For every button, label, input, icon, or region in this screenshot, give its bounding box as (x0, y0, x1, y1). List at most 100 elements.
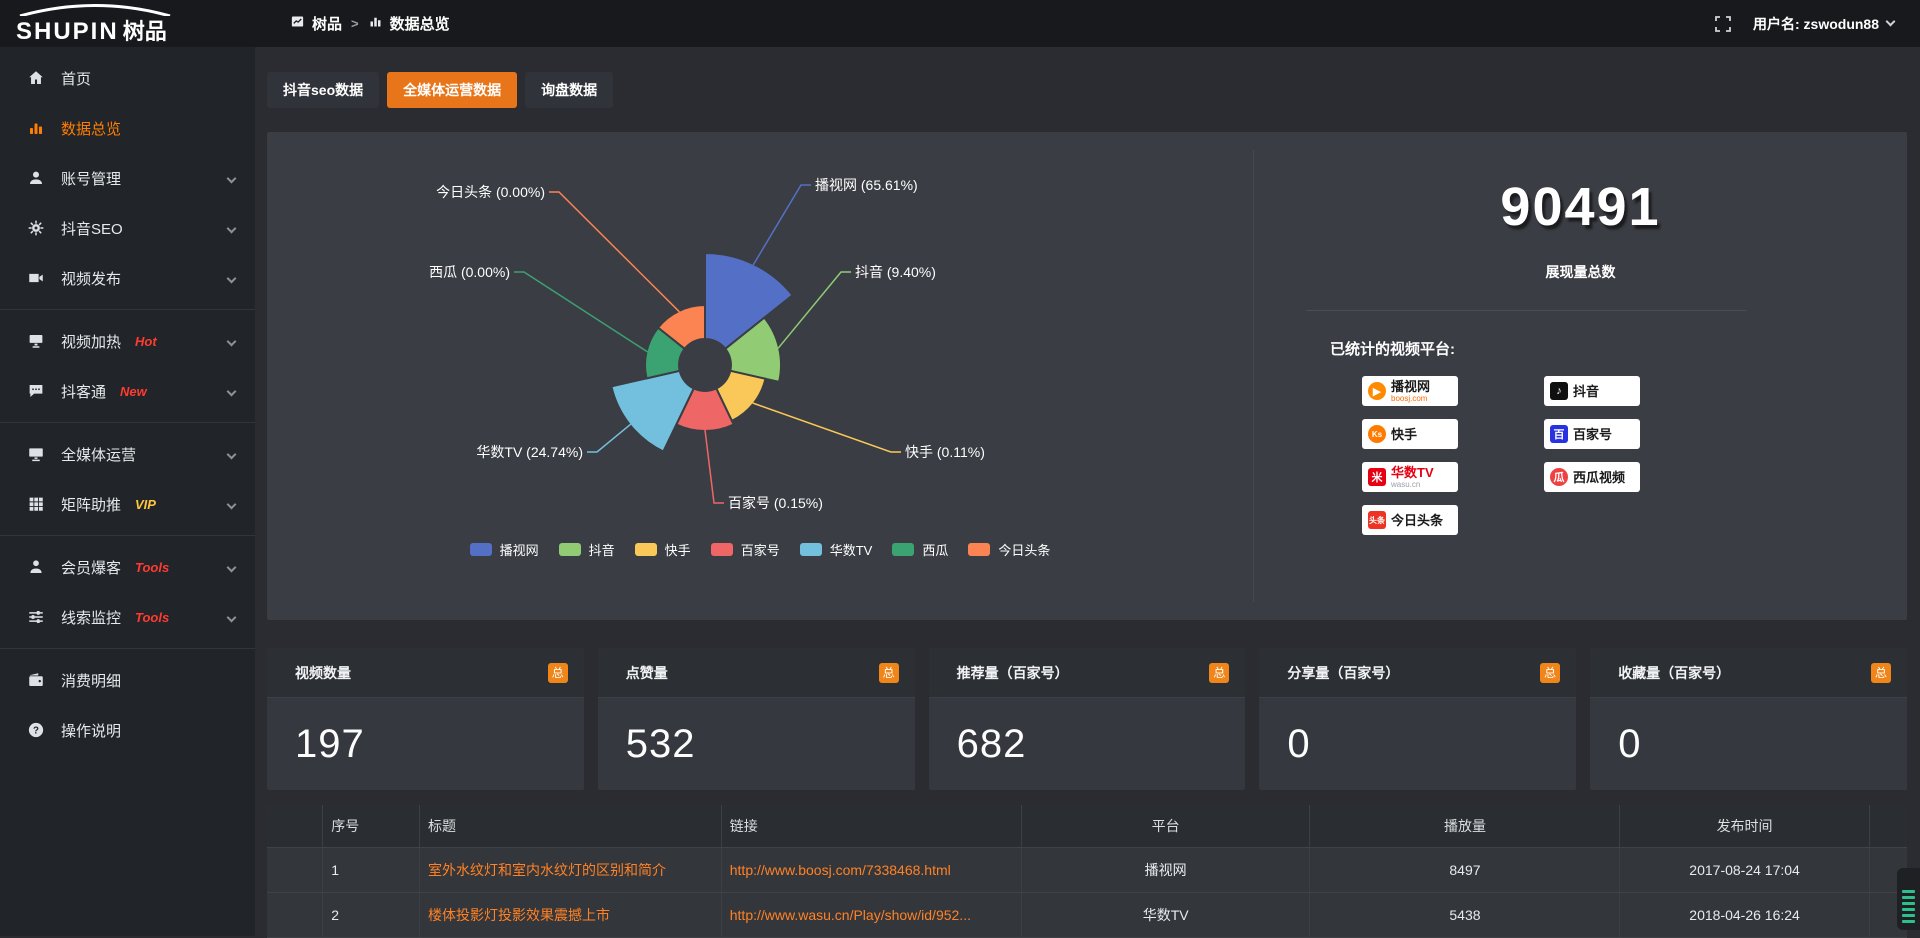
platform-logo-icon: 头条 (1368, 511, 1386, 529)
pie-label: 百家号 (0.15%) (728, 495, 823, 511)
sidebar-item-视频加热[interactable]: 视频加热 Hot (0, 316, 255, 366)
platform-logo-icon: Ks (1368, 425, 1386, 443)
sidebar-item-全媒体运营[interactable]: 全媒体运营 (0, 429, 255, 479)
sidebar-item-badge: New (120, 384, 147, 399)
sidebar-item-badge: Tools (135, 560, 169, 575)
sidebar: 首页数据总览账号管理抖音SEO 视频发布视频加热 Hot 抖客通New 全媒体运营矩阵助… (0, 47, 255, 936)
legend-label: 百家号 (741, 540, 780, 559)
logo-cn: 树品 (123, 19, 167, 44)
floating-widget[interactable] (1897, 868, 1920, 930)
pie-label-line (514, 272, 648, 352)
sidebar-item-label: 线索监控 (61, 607, 121, 628)
row-checkbox-cell (267, 847, 323, 892)
total-badge[interactable]: 总 (548, 663, 568, 683)
row-url-link[interactable]: http://www.boosj.com/7338468.html (730, 862, 951, 878)
sidebar-item-消费明细[interactable]: 消费明细 (0, 655, 255, 705)
sidebar-item-label: 视频加热 (61, 331, 121, 352)
pie-label: 今日头条 (0.00%) (436, 184, 545, 200)
pie-label-line (753, 403, 901, 452)
sidebar-group: 视频加热 Hot 抖客通New (0, 309, 255, 422)
pie-label-line (549, 192, 679, 312)
row-platform: 播视网 (1021, 847, 1310, 892)
chevron-down-icon (227, 499, 237, 509)
tab-全媒体运营数据[interactable]: 全媒体运营数据 (387, 72, 517, 108)
total-badge[interactable]: 总 (1209, 663, 1229, 683)
fullscreen-icon[interactable] (1715, 16, 1731, 32)
legend-item-百家号[interactable]: 百家号 (711, 540, 780, 559)
col-header-播放量: 播放量 (1310, 805, 1620, 847)
sidebar-item-label: 操作说明 (61, 720, 121, 741)
total-badge[interactable]: 总 (879, 663, 899, 683)
video-icon (26, 268, 46, 288)
col-header-平台: 平台 (1021, 805, 1310, 847)
sidebar-item-矩阵助推[interactable]: 矩阵助推VIP (0, 479, 255, 529)
sidebar-item-线索监控[interactable]: 线索监控 Tools (0, 592, 255, 642)
legend-item-快手[interactable]: 快手 (635, 540, 691, 559)
total-impressions-value: 90491 (1254, 176, 1907, 238)
legend-item-今日头条[interactable]: 今日头条 (968, 540, 1050, 559)
platform-sub: wasu.cn (1391, 481, 1434, 489)
sidebar-item-抖音SEO[interactable]: 抖音SEO (0, 203, 255, 253)
stat-card-value: 197 (267, 698, 584, 767)
legend-item-西瓜[interactable]: 西瓜 (892, 540, 948, 559)
sidebar-item-视频发布[interactable]: 视频发布 (0, 253, 255, 303)
total-badge[interactable]: 总 (1540, 663, 1560, 683)
summary-divider (1306, 310, 1746, 311)
sidebar-item-label: 账号管理 (61, 168, 121, 189)
legend-swatch (711, 543, 733, 556)
pie-label-line (587, 424, 631, 452)
tab-询盘数据[interactable]: 询盘数据 (525, 72, 613, 108)
pie-label: 西瓜 (0.00%) (429, 264, 510, 280)
row-title-link[interactable]: 楼体投影灯投影效果震撼上市 (428, 907, 610, 923)
legend-swatch (559, 543, 581, 556)
sidebar-item-数据总览[interactable]: 数据总览 (0, 103, 255, 153)
legend-item-华数TV[interactable]: 华数TV (800, 540, 873, 559)
platform-logo-icon: 米 (1368, 468, 1386, 486)
row-title-link[interactable]: 室外水纹灯和室内水纹灯的区别和简介 (428, 862, 666, 878)
legend-item-播视网[interactable]: 播视网 (470, 540, 539, 559)
topbar: SHUPIN树品 树品>数据总览 用户名: zswodun88 (0, 0, 1920, 47)
platform-logo-icon: 瓜 (1550, 468, 1568, 486)
pie-label-line (753, 185, 811, 265)
col-header-blank (1869, 805, 1907, 847)
rose-chart[interactable]: 播视网 (65.61%)抖音 (9.40%)快手 (0.11%)百家号 (0.1… (267, 160, 1253, 560)
breadcrumb-item[interactable]: 树品 (290, 13, 342, 34)
platform-badge-抖音: ♪抖音 (1544, 376, 1640, 406)
main-content: 抖音seo数据全媒体运营数据询盘数据 播视网 (65.61%)抖音 (9.40%… (255, 47, 1920, 936)
breadcrumb-label: 数据总览 (390, 13, 450, 34)
stat-card-title: 分享量（百家号） (1287, 663, 1399, 683)
sidebar-item-账号管理[interactable]: 账号管理 (0, 153, 255, 203)
sidebar-item-badge: Tools (135, 610, 169, 625)
sidebar-item-label: 抖音SEO (61, 218, 123, 239)
legend-swatch (800, 543, 822, 556)
stat-card-title: 推荐量（百家号） (957, 663, 1069, 683)
sidebar-item-会员爆客[interactable]: 会员爆客Tools (0, 542, 255, 592)
sidebar-item-badge: Hot (135, 334, 157, 349)
sidebar-item-badge: VIP (135, 497, 156, 512)
sidebar-item-首页[interactable]: 首页 (0, 53, 255, 103)
user-menu[interactable]: 用户名: zswodun88 (1753, 14, 1894, 34)
platform-name: 快手 (1391, 428, 1417, 441)
legend-item-抖音[interactable]: 抖音 (559, 540, 615, 559)
sidebar-item-抖客通[interactable]: 抖客通New (0, 366, 255, 416)
sidebar-item-label: 首页 (61, 68, 91, 89)
pie-slice-华数TV[interactable] (611, 371, 693, 452)
breadcrumb-item[interactable]: 数据总览 (368, 13, 450, 34)
row-no: 1 (323, 847, 420, 892)
row-no: 2 (323, 892, 420, 937)
username-label: 用户名: zswodun88 (1753, 14, 1879, 34)
sliders-icon (26, 607, 46, 627)
video-table-wrap: 序号标题链接平台播放量发布时间 1室外水纹灯和室内水纹灯的区别和简介http:/… (267, 805, 1907, 938)
row-url-link[interactable]: http://www.wasu.cn/Play/show/id/952... (730, 907, 971, 923)
chevron-down-icon (227, 386, 237, 396)
total-badge[interactable]: 总 (1871, 663, 1891, 683)
legend-swatch (635, 543, 657, 556)
platform-name: 百家号 (1573, 428, 1612, 441)
sidebar-item-操作说明[interactable]: ?操作说明 (0, 705, 255, 755)
legend-label: 华数TV (830, 540, 873, 559)
stat-card-value: 0 (1590, 698, 1907, 767)
tab-抖音seo数据[interactable]: 抖音seo数据 (267, 72, 379, 108)
user-icon (26, 168, 46, 188)
sidebar-item-label: 数据总览 (61, 118, 121, 139)
legend-swatch (470, 543, 492, 556)
